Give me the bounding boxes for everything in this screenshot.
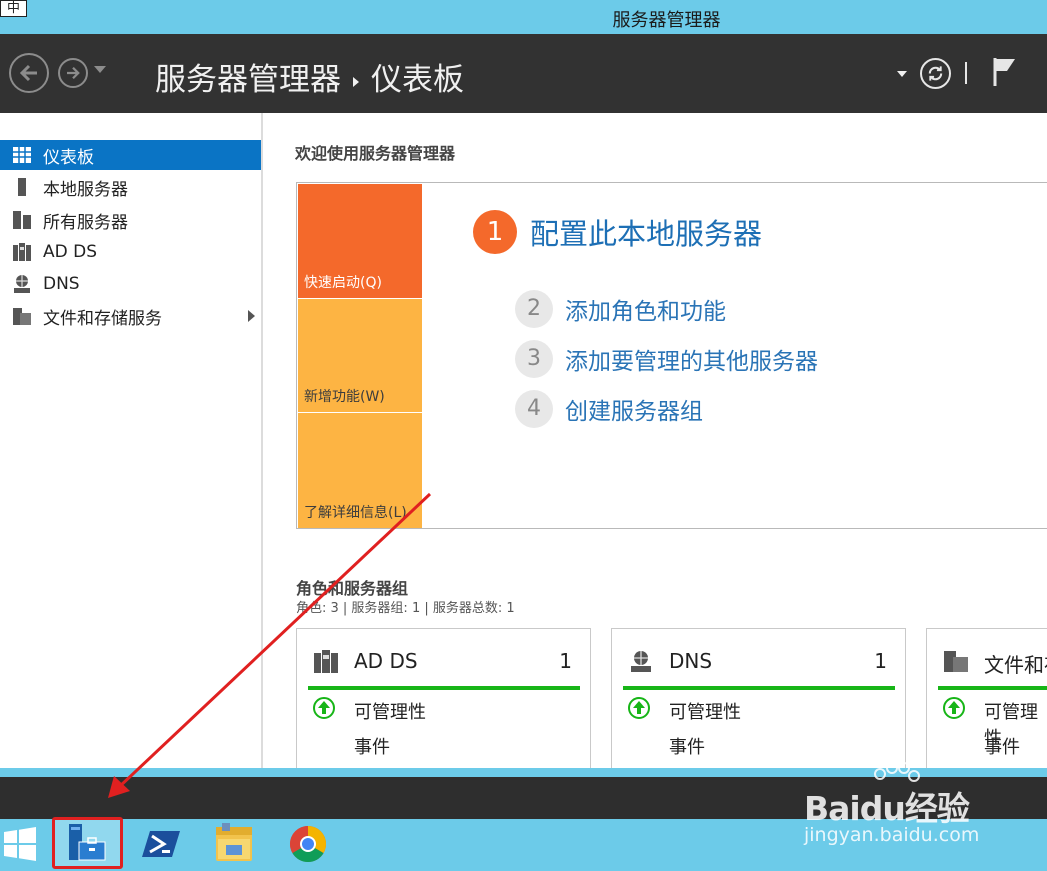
desktop-strip [0,777,1047,819]
adds-icon [314,650,338,673]
status-up-icon [943,697,965,719]
window-title: 服务器管理器 [612,10,721,31]
powershell-icon[interactable] [140,819,184,869]
breadcrumb-current: 仪表板 [371,62,464,98]
header-divider [965,62,967,84]
welcome-title: 欢迎使用服务器管理器 [295,144,456,163]
roles-summary: 角色: 3 | 服务器组: 1 | 服务器总数: 1 [296,601,515,616]
breadcrumb-root[interactable]: 服务器管理器 [155,62,341,98]
local-server-icon [18,178,26,196]
tile-learn-more[interactable]: 了解详细信息(L) [298,413,422,528]
chrome-icon[interactable] [288,819,328,869]
file-storage-icon [13,308,31,325]
sidebar-item-local-server[interactable]: 本地服务器 [0,172,261,202]
header-bar: 服务器管理器 仪表板 [0,34,1047,113]
forward-arrow-icon [67,66,80,80]
adds-icon [13,243,31,261]
back-arrow-icon [19,64,37,82]
sidebar-item-label: 所有服务器 [43,212,128,233]
refresh-button[interactable] [920,58,951,89]
history-dropdown-icon[interactable] [94,66,106,73]
sidebar: 仪表板 本地服务器 所有服务器 AD DS DNS 文件和存储服务 [0,113,263,768]
role-card-title[interactable]: DNS [669,649,712,673]
roles-title: 角色和服务器组 [296,579,409,598]
role-card-dns[interactable]: DNS 1 可管理性 事件 [611,628,906,773]
forward-button[interactable] [58,58,88,88]
role-card-count: 1 [559,649,572,673]
step-link[interactable]: 添加要管理的其他服务器 [565,342,818,376]
sidebar-item-adds[interactable]: AD DS [0,237,261,267]
tile-whats-new[interactable]: 新增功能(W) [298,299,422,412]
breadcrumb-separator-icon [353,76,359,87]
file-explorer-icon[interactable] [212,819,256,869]
role-card-title[interactable]: AD DS [354,649,418,673]
sidebar-item-label: 本地服务器 [43,179,128,200]
step-add-servers[interactable]: 3 添加要管理的其他服务器 [515,340,818,378]
step-link[interactable]: 配置此本地服务器 [530,211,762,253]
step-add-roles[interactable]: 2 添加角色和功能 [515,290,726,328]
step-number: 2 [515,290,553,328]
step-configure-local-server[interactable]: 1 配置此本地服务器 [473,210,762,254]
dashboard-icon [13,147,31,163]
role-card-file-storage[interactable]: 文件和存储服务 可管理性 事件 [926,628,1047,773]
title-bar: 中 服务器管理器 [0,0,1047,34]
all-servers-icon [13,211,31,229]
manageability-link[interactable]: 可管理性 [354,698,426,724]
dns-icon [14,275,30,293]
sidebar-item-file-storage[interactable]: 文件和存储服务 [0,301,261,331]
manageability-link[interactable]: 可管理性 [669,698,741,724]
back-button[interactable] [9,53,49,93]
status-bar [623,686,895,690]
server-manager-icon [69,824,106,861]
step-number: 1 [473,210,517,254]
start-icon[interactable] [2,819,38,869]
role-card-title[interactable]: 文件和存储服务 [984,649,1047,678]
tile-quick-start[interactable]: 快速启动(Q) [298,184,422,298]
events-link[interactable]: 事件 [354,733,390,759]
step-number: 3 [515,340,553,378]
role-card-adds[interactable]: AD DS 1 可管理性 事件 [296,628,591,773]
dns-icon [631,651,651,672]
file-storage-icon [944,651,968,672]
sidebar-item-label: DNS [43,274,80,294]
status-up-icon [628,697,650,719]
status-bar [938,686,1047,690]
step-create-group[interactable]: 4 创建服务器组 [515,390,703,428]
breadcrumb: 服务器管理器 仪表板 [155,54,464,99]
sidebar-item-label: AD DS [43,242,98,262]
status-up-icon [313,697,335,719]
refresh-icon [928,66,943,81]
step-link[interactable]: 添加角色和功能 [565,292,726,326]
status-strip [0,768,1047,777]
events-link[interactable]: 事件 [984,733,1020,759]
submenu-chevron-icon[interactable] [248,310,255,322]
status-bar [308,686,580,690]
sidebar-item-dashboard[interactable]: 仪表板 [0,140,261,170]
flag-icon[interactable] [992,56,1018,88]
step-link[interactable]: 创建服务器组 [565,392,703,426]
step-number: 4 [515,390,553,428]
sidebar-item-dns[interactable]: DNS [0,269,261,299]
role-card-count: 1 [874,649,887,673]
sidebar-item-all-servers[interactable]: 所有服务器 [0,205,261,235]
events-link[interactable]: 事件 [669,733,705,759]
server-manager-taskbar-button[interactable] [52,817,123,869]
sidebar-item-label: 文件和存储服务 [43,308,162,329]
notifications-dropdown-icon[interactable] [897,71,907,77]
sidebar-item-label: 仪表板 [43,147,94,168]
